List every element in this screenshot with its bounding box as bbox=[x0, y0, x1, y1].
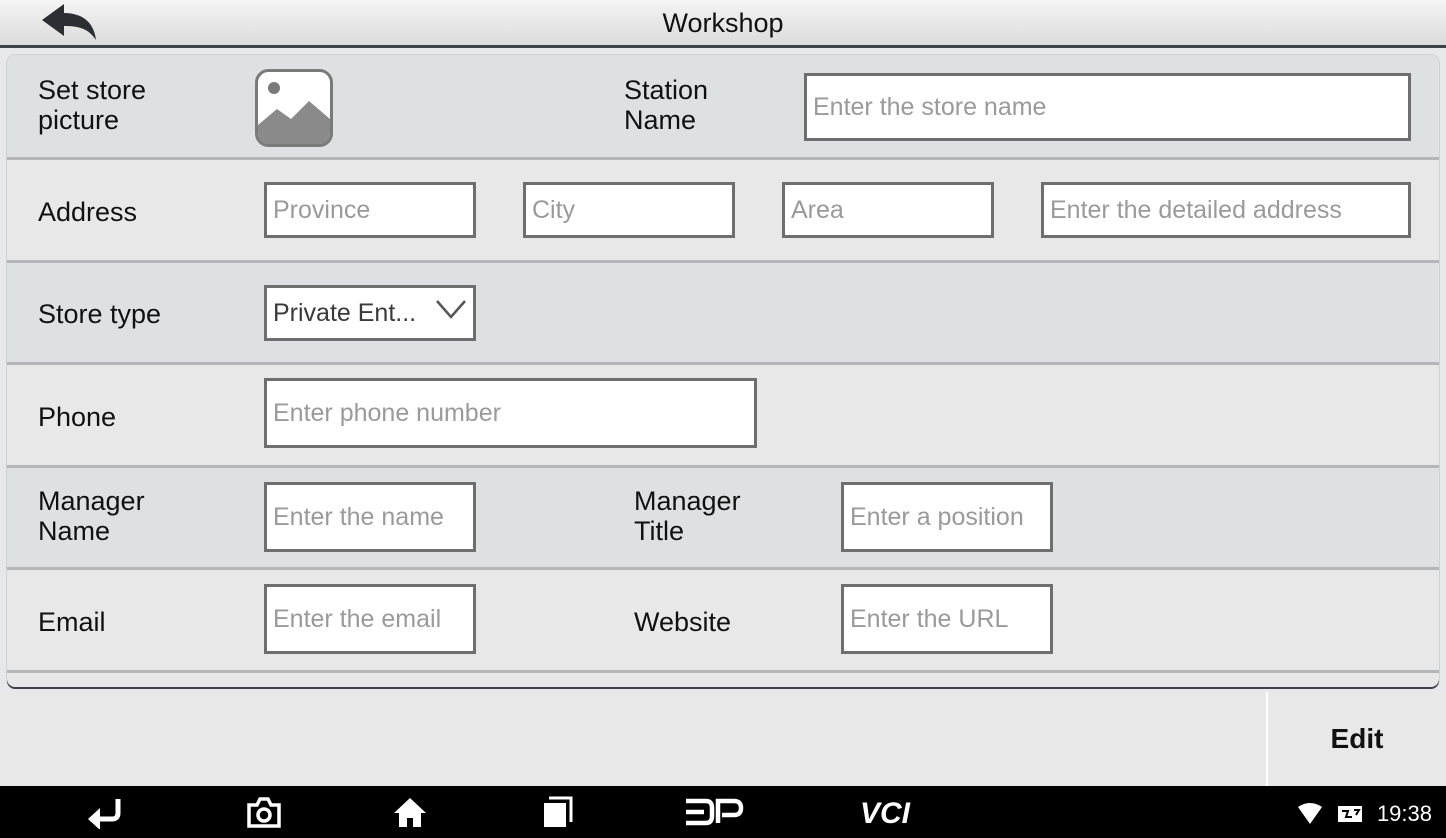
address-label: Address bbox=[38, 197, 138, 227]
row-store-picture: Set store picture Station Name Enter the… bbox=[7, 55, 1439, 160]
chevron-down-icon bbox=[436, 300, 466, 319]
home-icon[interactable] bbox=[392, 795, 428, 829]
website-input[interactable]: Enter the URL bbox=[841, 584, 1053, 654]
dp-icon[interactable] bbox=[684, 795, 744, 829]
phone-input[interactable]: Enter phone number bbox=[264, 378, 757, 448]
website-label: Website bbox=[634, 607, 732, 637]
back-icon[interactable] bbox=[84, 795, 126, 829]
vci-status-icon bbox=[1337, 806, 1362, 823]
recents-icon[interactable] bbox=[540, 795, 574, 829]
workshop-form: Set store picture Station Name Enter the… bbox=[7, 55, 1439, 687]
clock-time: 19:38 bbox=[1376, 801, 1432, 827]
wifi-icon bbox=[1297, 803, 1322, 825]
store-type-label: Store type bbox=[38, 299, 162, 329]
manager-title-label: Manager Title bbox=[634, 486, 741, 546]
status-area: 19:38 bbox=[1297, 800, 1432, 827]
row-manager: Manager Name Enter the name Manager Titl… bbox=[7, 468, 1439, 570]
email-input[interactable]: Enter the email bbox=[264, 584, 476, 654]
camera-icon[interactable] bbox=[246, 795, 282, 829]
store-type-select[interactable]: Private Ent... bbox=[264, 285, 476, 341]
image-placeholder-icon[interactable] bbox=[255, 69, 333, 147]
city-input[interactable]: City bbox=[523, 182, 735, 238]
province-input[interactable]: Province bbox=[264, 182, 476, 238]
station-name-input[interactable]: Enter the store name bbox=[804, 73, 1411, 141]
system-nav-bar: VCI 19:38 bbox=[0, 786, 1446, 838]
area-input[interactable]: Area bbox=[782, 182, 994, 238]
manager-name-input[interactable]: Enter the name bbox=[264, 482, 476, 552]
page-title: Workshop bbox=[662, 8, 784, 38]
vci-text: VCI bbox=[860, 797, 911, 829]
row-phone: Phone Enter phone number bbox=[7, 365, 1439, 468]
row-address: Address Province City Area Enter the det… bbox=[7, 160, 1439, 263]
phone-label: Phone bbox=[38, 402, 117, 432]
row-email: Email Enter the email Website Enter the … bbox=[7, 570, 1439, 673]
action-bar: Edit bbox=[0, 692, 1446, 786]
manager-name-label: Manager Name bbox=[38, 486, 145, 546]
email-label: Email bbox=[38, 607, 106, 637]
edit-button[interactable]: Edit bbox=[1266, 692, 1446, 786]
title-bar: Workshop bbox=[0, 0, 1446, 48]
row-store-type: Store type Private Ent... bbox=[7, 263, 1439, 365]
station-name-label: Station Name bbox=[624, 75, 709, 135]
store-picture-label: Set store picture bbox=[38, 75, 147, 135]
detailed-address-input[interactable]: Enter the detailed address bbox=[1041, 182, 1411, 238]
manager-title-input[interactable]: Enter a position bbox=[841, 482, 1053, 552]
vci-icon[interactable]: VCI bbox=[858, 795, 928, 829]
